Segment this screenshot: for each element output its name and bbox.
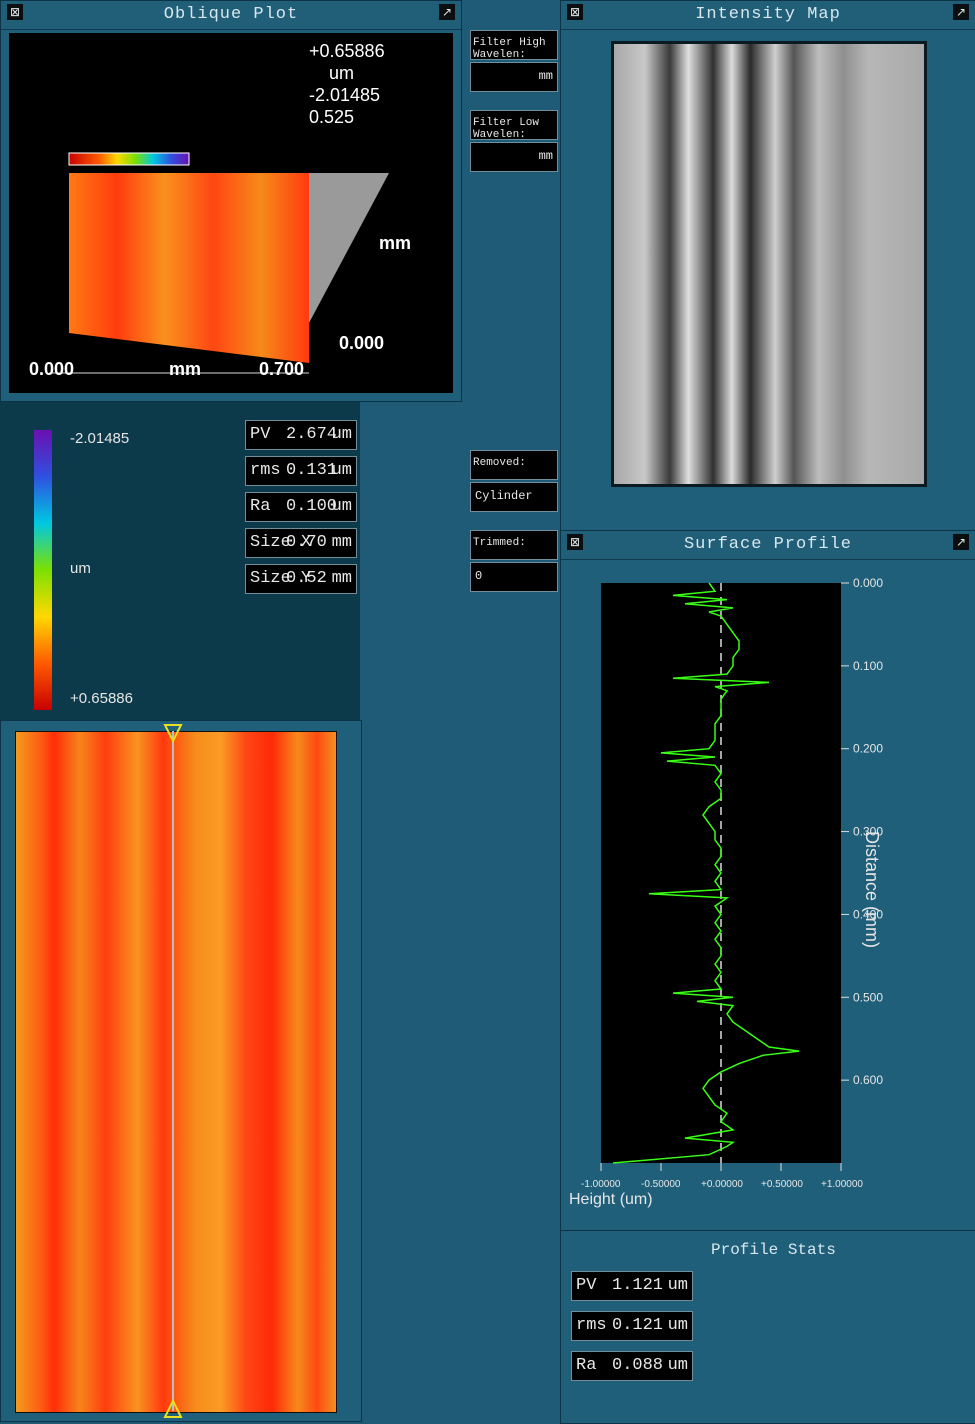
- removed-value: Cylinder: [470, 482, 558, 512]
- map-legend-max: +0.65886: [70, 690, 133, 707]
- y-tick-label: +0.00000: [701, 1179, 743, 1190]
- oblique-surface: [49, 152, 389, 374]
- intensity-titlebar: ⊠ Intensity Map ↗: [561, 1, 975, 30]
- x-tick-label: 0.600: [853, 1073, 883, 1087]
- removed-field: Removed:: [470, 450, 558, 480]
- oblique-surface-mesh: [69, 173, 309, 363]
- pin-icon[interactable]: ↗: [439, 4, 455, 20]
- y-tick-label: -1.00000: [581, 1179, 621, 1190]
- intensity-title: Intensity Map: [695, 5, 841, 24]
- stat-size-x: Size X 0.70 mm: [245, 528, 357, 558]
- oblique-x-unit: mm: [169, 359, 202, 379]
- x-tick-label: 0.100: [853, 659, 883, 673]
- profile-stat-rms: rms 0.121 um: [571, 1311, 693, 1341]
- map-legend-unit: um: [70, 560, 91, 577]
- stat-ra: Ra 0.100 um: [245, 492, 357, 522]
- height-map-frame: [0, 720, 362, 1422]
- map-legend-min: -2.01485: [70, 430, 130, 447]
- trimmed-value: 0: [470, 562, 558, 592]
- x-tick-label: 0.500: [853, 990, 883, 1004]
- oblique-x-start: 0.000: [29, 359, 75, 379]
- oblique-side-wall: [309, 173, 389, 323]
- oblique-y-start: 0.000: [339, 333, 385, 353]
- y-tick-label: +0.50000: [761, 1179, 803, 1190]
- y-tick-label: +1.00000: [821, 1179, 863, 1190]
- pin-icon[interactable]: ↗: [953, 534, 969, 550]
- profile-ylabel: Height (um): [569, 1191, 653, 1208]
- stat-size-y: Size Y 0.52 mm: [245, 564, 357, 594]
- oblique-legend-max: +0.65886: [309, 41, 385, 61]
- profile-titlebar: ⊠ Surface Profile ↗: [561, 531, 975, 560]
- pin-icon[interactable]: ↗: [953, 4, 969, 20]
- filter-stats: Filter High Wavelen: mm Filter Low Wavel…: [470, 30, 560, 730]
- profile-chart[interactable]: 0.0000.1000.2000.3000.4000.5000.600+1.00…: [561, 563, 975, 1223]
- flat-layout: +0.65886 um -2.01485 PV 2.674 um rms 0.131 u…: [0, 0, 975, 1424]
- trimmed-field: Trimmed:: [470, 530, 558, 560]
- area-stats: PV 2.674 um rms 0.131 um Ra 0.100 um Size X 0.7…: [245, 420, 365, 720]
- profile-title: Surface Profile: [683, 535, 853, 554]
- filter-high-unit: mm: [470, 62, 558, 92]
- y-tick-label: -0.50000: [641, 1179, 681, 1190]
- intensity-image[interactable]: [611, 41, 927, 487]
- oblique-legend-bar: [68, 152, 190, 166]
- x-tick-label: 0.000: [853, 576, 883, 590]
- intensity-map-panel: ⊠ Intensity Map ↗: [560, 0, 975, 532]
- oblique-panel: ⊠ Oblique Plot ↗ +0.65886 um -2.01485 0.…: [0, 0, 462, 402]
- oblique-legend-min: -2.01485: [309, 85, 381, 105]
- oblique-plot-area[interactable]: +0.65886 um -2.01485 0.525 0.000 mm 0.70…: [9, 33, 453, 393]
- profile-stats-title: Profile Stats: [711, 1241, 836, 1259]
- oblique-y-unit: mm: [379, 233, 412, 253]
- profile-stat-pv: PV 1.121 um: [571, 1271, 693, 1301]
- oblique-x-end: 0.700: [259, 359, 305, 379]
- filter-low-unit: mm: [470, 142, 558, 172]
- stat-rms: rms 0.131 um: [245, 456, 357, 486]
- profile-stats-panel: Profile Stats PV 1.121 um rms 0.121 um Ra 0.0…: [560, 1230, 975, 1424]
- oblique-legend-extra: 0.525: [309, 107, 355, 127]
- x-tick-label: 0.200: [853, 742, 883, 756]
- height-map-profile-line[interactable]: [1, 721, 361, 1421]
- oblique-titlebar: ⊠ Oblique Plot ↗: [1, 1, 461, 30]
- oblique-title: Oblique Plot: [163, 5, 299, 24]
- map-colorbar: [34, 430, 52, 710]
- profile-stat-ra: Ra 0.088 um: [571, 1351, 693, 1381]
- filter-high-field: Filter High Wavelen:: [470, 30, 558, 61]
- filter-low-field: Filter Low Wavelen:: [470, 110, 558, 141]
- stat-pv: PV 2.674 um: [245, 420, 357, 450]
- oblique-legend-unit: um: [329, 63, 355, 83]
- profile-xlabel: Distance (mm): [862, 831, 882, 949]
- surface-profile-panel: ⊠ Surface Profile ↗ 0.000 0.100 0.200 0.300…: [560, 530, 975, 1232]
